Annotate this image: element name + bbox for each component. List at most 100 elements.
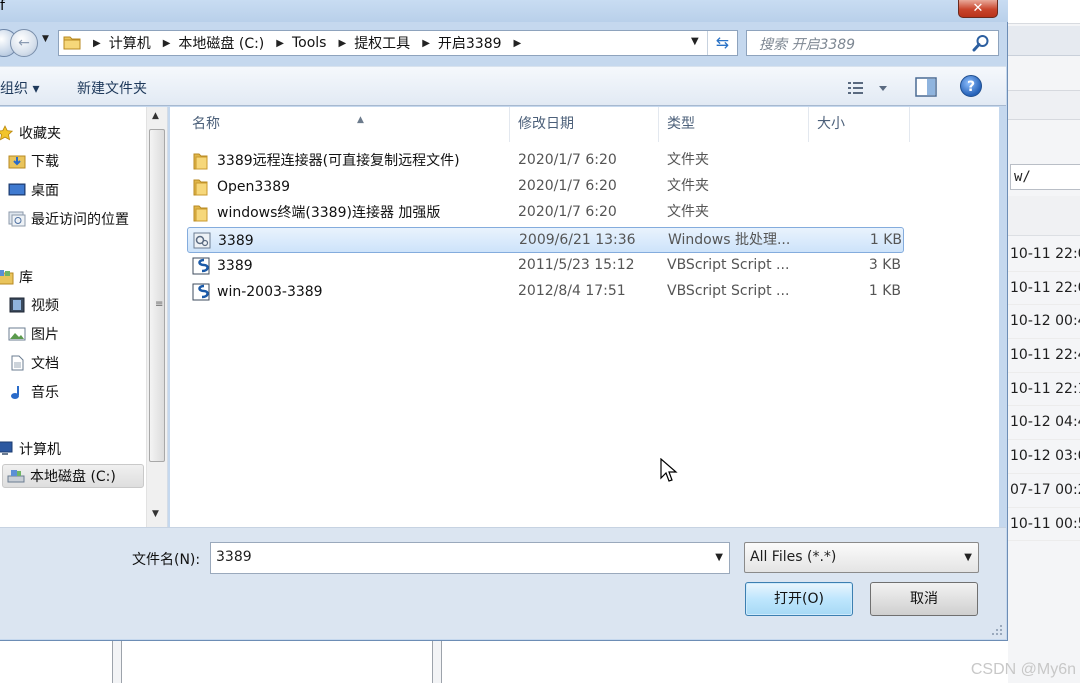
change-view-icon[interactable]	[846, 77, 894, 99]
preview-pane-icon[interactable]	[914, 76, 938, 98]
navigation-scrollbar[interactable]: ▲ ≡ ▼	[146, 107, 168, 527]
nav-item-desktop[interactable]: 桌面	[8, 178, 59, 202]
scroll-up-icon[interactable]: ▲	[152, 111, 159, 121]
nav-item-downloads[interactable]: 下载	[8, 149, 59, 173]
computer-icon	[0, 441, 13, 455]
column-label: 名称	[192, 116, 220, 132]
filename-history-dropdown-icon[interactable]: ▼	[715, 552, 723, 563]
nav-item-favorites[interactable]: 收藏夹	[0, 121, 61, 145]
filename-value: 3389	[216, 549, 252, 565]
new-folder-button[interactable]: 新建文件夹	[77, 78, 147, 98]
breadcrumb-tools[interactable]: Tools	[292, 35, 327, 51]
background-date-cell: 10-11 22:0	[1008, 272, 1080, 306]
search-icon[interactable]	[972, 34, 990, 52]
scroll-down-icon[interactable]: ▼	[152, 509, 159, 519]
refresh-button[interactable]: ⇆	[707, 31, 737, 55]
file-name-cell: 3389远程连接器(可直接复制远程文件)	[187, 148, 507, 174]
column-header-date[interactable]: 修改日期	[510, 107, 659, 142]
nav-item-recent-places[interactable]: 最近访问的位置	[8, 207, 129, 231]
background-date-cell: 10-11 22:1	[1008, 373, 1080, 407]
nav-item-documents[interactable]: 文档	[8, 351, 59, 375]
recent-locations-dropdown-icon[interactable]: ▼	[42, 34, 49, 44]
breadcrumb-arrow-icon[interactable]: ▶	[276, 38, 284, 49]
breadcrumb: ▶ 计算机 ▶ 本地磁盘 (C:) ▶ Tools ▶ 提权工具 ▶ 开启338…	[89, 33, 529, 53]
forward-button[interactable]: ←	[10, 29, 38, 57]
background-window: w/ 10-11 22:0 10-11 22:0 10-12 00:4 10-1…	[1008, 0, 1080, 683]
refresh-icon: ⇆	[715, 33, 730, 52]
scrollbar-thumb[interactable]: ≡	[149, 129, 165, 462]
nav-label: 本地磁盘 (C:)	[30, 469, 116, 485]
watermark: CSDN @My6n	[970, 661, 1076, 678]
breadcrumb-arrow-icon[interactable]: ▶	[338, 38, 346, 49]
help-button[interactable]: ?	[960, 75, 982, 97]
file-row-selected[interactable]: 3389 2009/6/21 13:36 Windows 批处理... 1 KB	[187, 227, 904, 253]
vbscript-file-icon	[192, 283, 210, 301]
filename-input[interactable]: 3389 ▼	[210, 542, 730, 574]
breadcrumb-arrow-icon[interactable]: ▶	[163, 38, 171, 49]
nav-label: 下载	[31, 154, 59, 170]
breadcrumb-arrow-icon[interactable]: ▶	[514, 38, 522, 49]
nav-item-local-disk[interactable]: 本地磁盘 (C:)	[2, 464, 144, 488]
column-label: 修改日期	[518, 116, 574, 132]
file-date: 2012/8/4 17:51	[518, 283, 626, 299]
nav-item-computer[interactable]: 计算机	[0, 437, 61, 461]
search-input[interactable]: 搜索 开启3389	[746, 30, 999, 56]
dialog-titlebar: f ✕	[0, 0, 1008, 22]
column-header-name[interactable]: 名称 ▲	[184, 107, 510, 142]
file-name: Open3389	[217, 178, 291, 195]
background-date-cell: 10-11 22:0	[1008, 238, 1080, 272]
search-placeholder: 搜索 开启3389	[759, 37, 856, 53]
file-row[interactable]: Open3389 2020/1/7 6:20 文件夹	[187, 174, 904, 200]
breadcrumb-privilege-tools[interactable]: 提权工具	[354, 33, 410, 53]
file-name-cell: Open3389	[187, 174, 507, 200]
background-path-input[interactable]: w/	[1010, 164, 1080, 190]
nav-item-music[interactable]: 音乐	[8, 380, 59, 404]
file-date: 2020/1/7 6:20	[518, 178, 617, 194]
file-row[interactable]: 3389 2011/5/23 15:12 VBScript Script ...…	[187, 253, 904, 279]
breadcrumb-enable-3389[interactable]: 开启3389	[438, 33, 502, 53]
column-header-size[interactable]: 大小	[809, 107, 910, 142]
file-row[interactable]: win-2003-3389 2012/8/4 17:51 VBScript Sc…	[187, 279, 904, 305]
background-date-list: 10-11 22:0 10-11 22:0 10-12 00:4 10-11 2…	[1008, 238, 1080, 542]
breadcrumb-arrow-icon[interactable]: ▶	[93, 38, 101, 49]
breadcrumb-local-disk[interactable]: 本地磁盘 (C:)	[178, 33, 264, 53]
nav-label: 图片	[31, 327, 59, 343]
file-row[interactable]: 3389远程连接器(可直接复制远程文件) 2020/1/7 6:20 文件夹	[187, 148, 904, 174]
nav-item-libraries[interactable]: 库	[0, 265, 33, 289]
vbscript-file-icon	[192, 257, 210, 275]
file-size	[807, 148, 901, 174]
close-button[interactable]: ✕	[958, 0, 998, 18]
file-row[interactable]: windows终端(3389)连接器 加强版 2020/1/7 6:20 文件夹	[187, 200, 904, 226]
nav-item-pictures[interactable]: 图片	[8, 322, 59, 346]
organize-button[interactable]: 组织 ▾	[0, 78, 39, 98]
document-icon	[11, 355, 24, 371]
background-divider	[432, 640, 442, 683]
filetype-select[interactable]: All Files (*.*) ▼	[744, 542, 979, 573]
address-history-dropdown-icon[interactable]: ▼	[691, 36, 699, 47]
open-button[interactable]: 打开(O)	[745, 582, 853, 616]
file-type: 文件夹	[667, 152, 709, 168]
filename-label: 文件名(N):	[132, 552, 201, 568]
file-type: VBScript Script ...	[667, 283, 790, 299]
filetype-value: All Files (*.*)	[750, 549, 837, 565]
open-file-dialog: f ✕ ← ▼ ▶ 计算机 ▶ 本地磁盘 (C:) ▶ Tools ▶ 提权工具…	[0, 0, 1008, 641]
folder-icon	[193, 205, 208, 222]
background-date-cell: 10-12 04:4	[1008, 406, 1080, 441]
file-name: win-2003-3389	[217, 283, 323, 300]
nav-label: 收藏夹	[19, 126, 61, 142]
background-titlebar	[1008, 0, 1080, 24]
address-bar[interactable]: ▶ 计算机 ▶ 本地磁盘 (C:) ▶ Tools ▶ 提权工具 ▶ 开启338…	[58, 30, 738, 56]
cancel-button[interactable]: 取消	[870, 582, 978, 616]
background-divider	[112, 640, 122, 683]
column-header-type[interactable]: 类型	[659, 107, 809, 142]
background-date-cell: 10-11 00:5	[1008, 508, 1080, 542]
breadcrumb-computer[interactable]: 计算机	[109, 33, 151, 53]
breadcrumb-arrow-icon[interactable]: ▶	[422, 38, 430, 49]
dialog-footer: 文件名(N): 3389 ▼ All Files (*.*) ▼ 打开(O) 取…	[0, 527, 1006, 639]
resize-grip-icon[interactable]	[991, 624, 1003, 636]
folder-icon	[63, 36, 81, 50]
nav-item-videos[interactable]: 视频	[8, 293, 59, 317]
column-header: 名称 ▲ 修改日期 类型 大小	[170, 107, 999, 142]
file-name-cell: 3389	[188, 228, 508, 254]
downloads-folder-icon	[8, 155, 26, 169]
